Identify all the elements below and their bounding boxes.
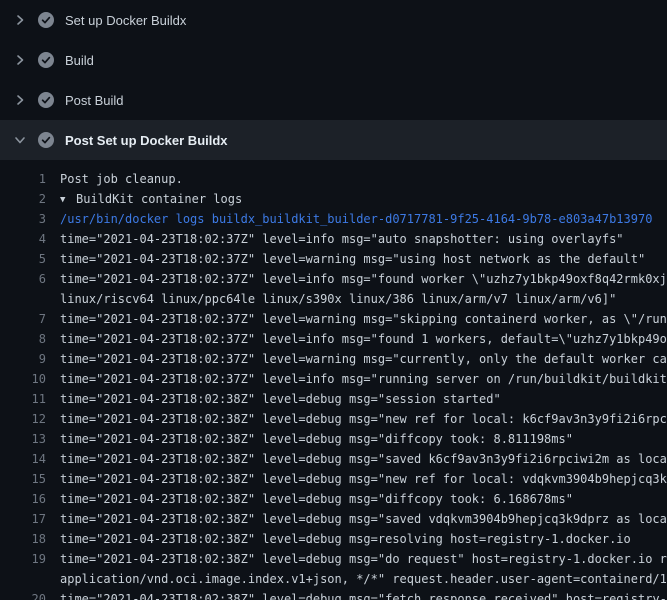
log-line-text: time="2021-04-23T18:02:38Z" level=debug …: [60, 392, 501, 406]
log-line-text: time="2021-04-23T18:02:38Z" level=debug …: [60, 552, 667, 566]
log-line: 18 time="2021-04-23T18:02:38Z" level=deb…: [0, 529, 667, 549]
log-line-text: time="2021-04-23T18:02:38Z" level=debug …: [60, 592, 667, 600]
step-section-title: Post Build: [65, 93, 124, 108]
log-line-text: linux/riscv64 linux/ppc64le linux/s390x …: [60, 292, 616, 306]
log-line-text: Post job cleanup.: [60, 172, 183, 186]
log-line-text: time="2021-04-23T18:02:38Z" level=debug …: [60, 512, 667, 526]
log-line: 20 time="2021-04-23T18:02:38Z" level=deb…: [0, 589, 667, 600]
log-content: 1 Post job cleanup. 2 ▼BuildKit containe…: [0, 160, 667, 600]
log-line: 10 time="2021-04-23T18:02:37Z" level=inf…: [0, 369, 667, 389]
chevron-right-icon: [13, 53, 27, 67]
log-line-number[interactable]: 19: [0, 549, 46, 569]
log-line-text: application/vnd.oci.image.index.v1+json,…: [60, 572, 667, 586]
log-line-number[interactable]: 16: [0, 489, 46, 509]
log-line-number[interactable]: 7: [0, 309, 46, 329]
log-line: 16 time="2021-04-23T18:02:38Z" level=deb…: [0, 489, 667, 509]
log-line-text: time="2021-04-23T18:02:37Z" level=info m…: [60, 372, 667, 386]
log-line-number[interactable]: 17: [0, 509, 46, 529]
log-line-text: time="2021-04-23T18:02:37Z" level=warnin…: [60, 312, 667, 326]
log-line-text: time="2021-04-23T18:02:37Z" level=warnin…: [60, 252, 645, 266]
step-section-header-post-build[interactable]: Post Build: [0, 80, 667, 120]
log-line: 3 /usr/bin/docker logs buildx_buildkit_b…: [0, 209, 667, 229]
log-line-number[interactable]: 11: [0, 389, 46, 409]
log-line-text: /usr/bin/docker logs buildx_buildkit_bui…: [60, 212, 652, 226]
log-line-number[interactable]: [0, 289, 46, 309]
check-circle-icon: [38, 52, 54, 68]
step-section-title: Build: [65, 53, 94, 68]
log-line: 8 time="2021-04-23T18:02:37Z" level=info…: [0, 329, 667, 349]
log-line: 17 time="2021-04-23T18:02:38Z" level=deb…: [0, 509, 667, 529]
log-line-text: time="2021-04-23T18:02:37Z" level=info m…: [60, 272, 667, 286]
log-line-number[interactable]: 13: [0, 429, 46, 449]
log-line: 13 time="2021-04-23T18:02:38Z" level=deb…: [0, 429, 667, 449]
log-line-wrap: linux/riscv64 linux/ppc64le linux/s390x …: [0, 289, 667, 309]
log-line-number[interactable]: 9: [0, 349, 46, 369]
step-section-header-set-up-docker-buildx[interactable]: Set up Docker Buildx: [0, 0, 667, 40]
log-line-number[interactable]: [0, 569, 46, 589]
log-line-number[interactable]: 18: [0, 529, 46, 549]
log-line-text: time="2021-04-23T18:02:38Z" level=debug …: [60, 412, 667, 426]
check-circle-icon: [38, 132, 54, 148]
log-line: 19 time="2021-04-23T18:02:38Z" level=deb…: [0, 549, 667, 569]
log-line-number[interactable]: 1: [0, 169, 46, 189]
group-expand-icon[interactable]: ▼: [60, 190, 76, 210]
log-line: 14 time="2021-04-23T18:02:38Z" level=deb…: [0, 449, 667, 469]
log-line-number[interactable]: 10: [0, 369, 46, 389]
log-line-text: time="2021-04-23T18:02:37Z" level=info m…: [60, 232, 624, 246]
step-section-header-post-set-up-docker-buildx[interactable]: Post Set up Docker Buildx: [0, 120, 667, 160]
log-line-number[interactable]: 3: [0, 209, 46, 229]
chevron-down-icon: [13, 133, 27, 147]
log-line-number[interactable]: 4: [0, 229, 46, 249]
log-line-text: time="2021-04-23T18:02:37Z" level=warnin…: [60, 352, 667, 366]
log-line: 12 time="2021-04-23T18:02:38Z" level=deb…: [0, 409, 667, 429]
log-line: 1 Post job cleanup.: [0, 169, 667, 189]
log-line-text: time="2021-04-23T18:02:38Z" level=debug …: [60, 532, 631, 546]
log-line: 6 time="2021-04-23T18:02:37Z" level=info…: [0, 269, 667, 289]
step-section-title: Post Set up Docker Buildx: [65, 133, 228, 148]
chevron-right-icon: [13, 13, 27, 27]
log-line-text: time="2021-04-23T18:02:37Z" level=info m…: [60, 332, 667, 346]
log-line-wrap: application/vnd.oci.image.index.v1+json,…: [0, 569, 667, 589]
check-circle-icon: [38, 12, 54, 28]
log-line: 2 ▼BuildKit container logs: [0, 189, 667, 209]
log-line: 7 time="2021-04-23T18:02:37Z" level=warn…: [0, 309, 667, 329]
log-line: 15 time="2021-04-23T18:02:38Z" level=deb…: [0, 469, 667, 489]
log-line-number[interactable]: 6: [0, 269, 46, 289]
check-circle-icon: [38, 92, 54, 108]
log-line-number[interactable]: 14: [0, 449, 46, 469]
log-line-number[interactable]: 12: [0, 409, 46, 429]
workflow-log-viewer: Set up Docker Buildx Build P: [0, 0, 667, 600]
log-line-text: time="2021-04-23T18:02:38Z" level=debug …: [60, 432, 573, 446]
log-line: 9 time="2021-04-23T18:02:37Z" level=warn…: [0, 349, 667, 369]
step-section-header-build[interactable]: Build: [0, 40, 667, 80]
log-line-number[interactable]: 2: [0, 189, 46, 209]
chevron-right-icon: [13, 93, 27, 107]
log-line-number[interactable]: 15: [0, 469, 46, 489]
log-line-number[interactable]: 8: [0, 329, 46, 349]
log-line: 11 time="2021-04-23T18:02:38Z" level=deb…: [0, 389, 667, 409]
log-line: 4 time="2021-04-23T18:02:37Z" level=info…: [0, 229, 667, 249]
log-line-text: time="2021-04-23T18:02:38Z" level=debug …: [60, 472, 667, 486]
log-line: 5 time="2021-04-23T18:02:37Z" level=warn…: [0, 249, 667, 269]
step-section-title: Set up Docker Buildx: [65, 13, 186, 28]
log-line-text: BuildKit container logs: [76, 192, 242, 206]
log-line-text: time="2021-04-23T18:02:38Z" level=debug …: [60, 452, 667, 466]
log-line-number[interactable]: 5: [0, 249, 46, 269]
log-line-number[interactable]: 20: [0, 589, 46, 600]
log-line-text: time="2021-04-23T18:02:38Z" level=debug …: [60, 492, 573, 506]
